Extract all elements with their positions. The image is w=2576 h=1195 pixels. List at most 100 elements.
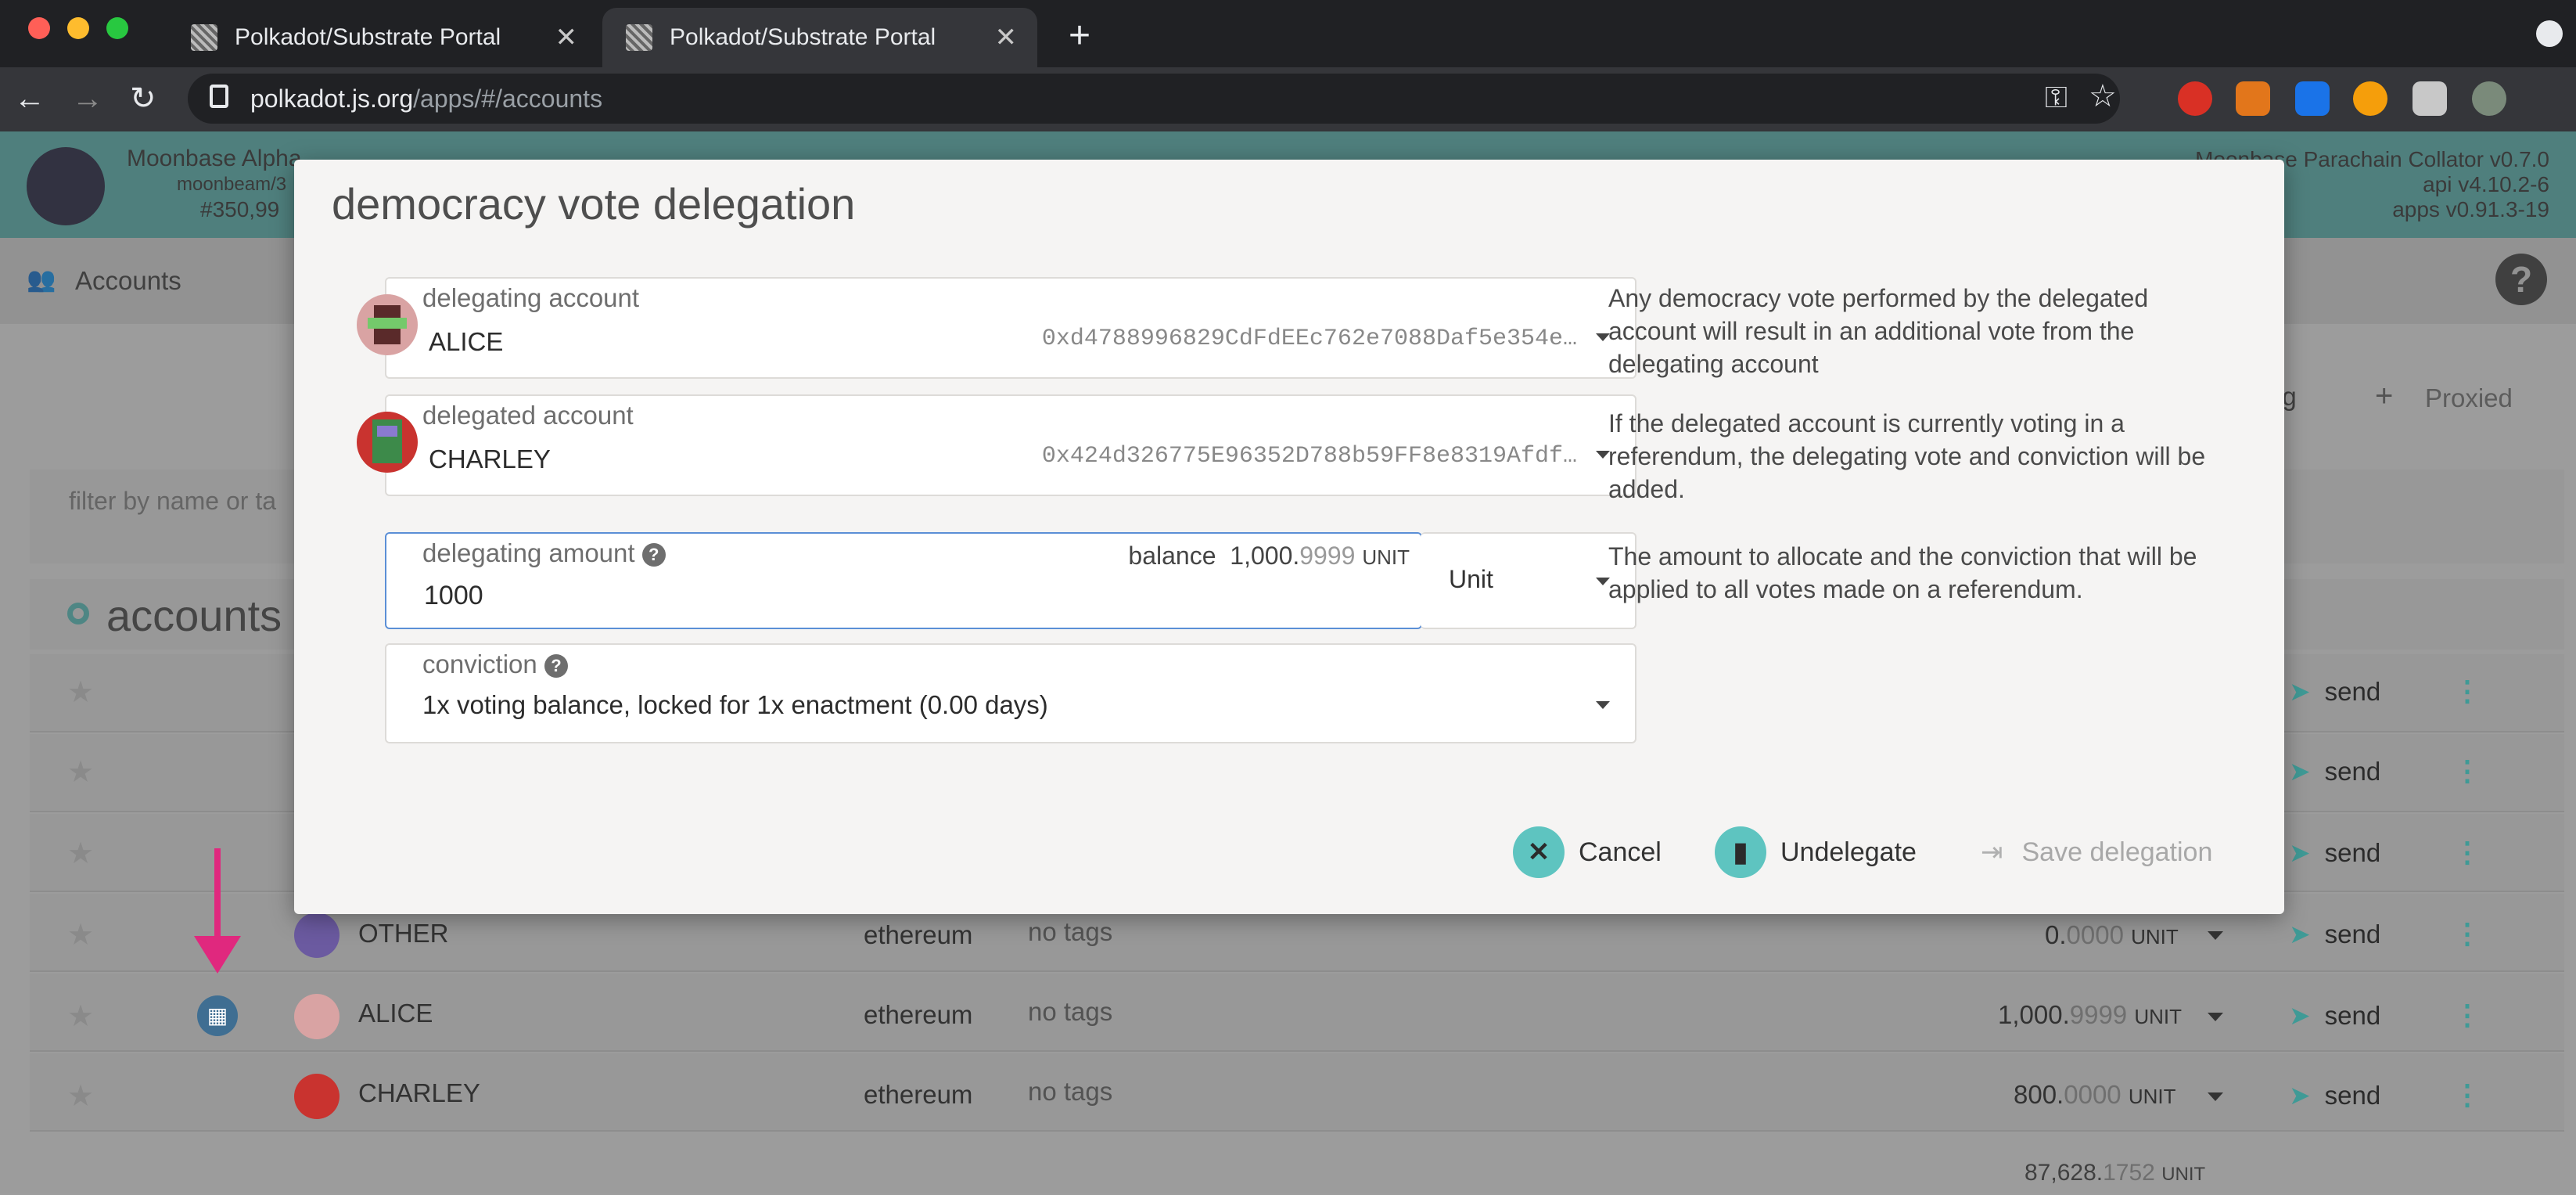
metamask-icon[interactable]	[2236, 81, 2270, 116]
star-icon[interactable]: ★	[67, 836, 94, 871]
field-label: conviction ?	[422, 650, 568, 679]
window-minimize-button[interactable]	[67, 17, 89, 39]
send-label: send	[2324, 757, 2381, 786]
balance-label: balance	[1128, 542, 1216, 570]
new-tab-icon[interactable]: +	[1069, 14, 1090, 57]
chevron-down-icon	[1596, 701, 1610, 709]
amount-value: 1000	[424, 581, 483, 610]
close-tab-icon[interactable]: ✕	[555, 22, 578, 53]
star-icon[interactable]: ★	[67, 917, 94, 952]
send-icon: ➤	[2289, 838, 2311, 867]
more-icon[interactable]: ⋮	[2453, 836, 2481, 869]
help-text-delegating: Any democracy vote performed by the dele…	[1608, 284, 2149, 378]
url-host: polkadot.js.org	[250, 84, 414, 113]
charley-avatar	[357, 412, 418, 473]
cancel-button[interactable]: ✕ Cancel	[1513, 826, 1662, 878]
send-icon: ➤	[2289, 677, 2311, 706]
account-address: 0x424d326775E96352D788b59FF8e8319Afdf…	[1041, 443, 1577, 470]
amount-label-text: delegating amount	[422, 538, 635, 567]
more-icon[interactable]: ⋮	[2453, 917, 2481, 950]
delegating-amount-input[interactable]: delegating amount ? balance 1,000.9999 U…	[385, 532, 1422, 629]
save-delegation-button[interactable]: ⇥ Save delegation	[1981, 826, 2212, 878]
bookmark-star-icon[interactable]: ☆	[2089, 78, 2117, 114]
address-bar[interactable]: polkadot.js.org/apps/#/accounts ⚿ ☆	[188, 74, 2120, 124]
expand-chevron-icon[interactable]	[2208, 1092, 2223, 1101]
star-icon[interactable]: ★	[67, 999, 94, 1034]
star-icon[interactable]: ★	[67, 675, 94, 710]
save-label: Save delegation	[2021, 837, 2213, 867]
account-name: ALICE	[429, 327, 504, 356]
send-label: send	[2324, 1001, 2381, 1030]
tab-title: Polkadot/Substrate Portal	[670, 24, 936, 50]
more-icon[interactable]: ⋮	[2453, 754, 2481, 787]
more-icon[interactable]: ⋮	[2453, 675, 2481, 707]
send-icon: ➤	[2289, 920, 2311, 948]
lock-icon	[210, 85, 228, 108]
account-avatar[interactable]	[294, 1074, 340, 1119]
send-icon: ➤	[2289, 757, 2311, 786]
reload-icon[interactable]: ↻	[130, 81, 156, 116]
send-button[interactable]: ➤ send	[2289, 756, 2380, 786]
send-button[interactable]: ➤ send	[2289, 676, 2380, 707]
send-button[interactable]: ➤ send	[2289, 1080, 2380, 1110]
field-label: delegated account	[422, 401, 634, 430]
trash-icon: ▮	[1715, 826, 1766, 878]
send-button[interactable]: ➤ send	[2289, 1000, 2380, 1031]
browser-tab-bar: Polkadot/Substrate Portal ✕ Polkadot/Sub…	[0, 0, 2576, 67]
star-icon[interactable]: ★	[67, 1078, 94, 1114]
tab-search-icon[interactable]	[2536, 20, 2563, 47]
back-icon[interactable]: ←	[14, 81, 45, 116]
send-button[interactable]: ➤ send	[2289, 837, 2380, 868]
send-label: send	[2324, 677, 2381, 706]
more-icon[interactable]: ⋮	[2453, 999, 2481, 1031]
account-address: 0xd4788996829CdFdEEc762e7088Daf5e354e…	[1041, 326, 1577, 352]
send-button[interactable]: ➤ send	[2289, 919, 2380, 949]
unit-select-value: Unit	[1449, 565, 1493, 593]
account-avatar[interactable]	[294, 912, 340, 958]
tab-title: Polkadot/Substrate Portal	[235, 24, 501, 50]
cancel-label: Cancel	[1579, 837, 1662, 867]
field-label: delegating account	[422, 283, 640, 312]
expand-chevron-icon[interactable]	[2208, 1013, 2223, 1021]
window-zoom-button[interactable]	[106, 17, 128, 39]
help-text-delegated: If the delegated account is currently vo…	[1608, 409, 2206, 503]
balance-int: 1,000.	[1230, 542, 1300, 570]
extension-window-icon[interactable]	[2295, 81, 2330, 116]
browser-tab-1[interactable]: Polkadot/Substrate Portal ✕	[167, 8, 598, 67]
extensions-puzzle-icon[interactable]	[2413, 81, 2447, 116]
profile-avatar[interactable]	[2472, 81, 2506, 116]
browser-tab-2[interactable]: Polkadot/Substrate Portal ✕	[602, 8, 1037, 67]
polkadot-favicon-icon	[191, 24, 217, 51]
annotation-arrow-head	[194, 936, 241, 974]
more-icon[interactable]: ⋮	[2453, 1078, 2481, 1111]
star-icon[interactable]: ★	[67, 754, 94, 790]
help-icon[interactable]: ?	[544, 654, 568, 678]
expand-chevron-icon[interactable]	[2208, 931, 2223, 940]
help-text-amount: The amount to allocate and the convictio…	[1608, 542, 2197, 603]
key-icon[interactable]: ⚿	[2045, 81, 2068, 115]
url-path: /apps/#/accounts	[413, 84, 603, 113]
extension-stop-icon[interactable]	[2178, 81, 2212, 116]
alice-avatar	[357, 294, 418, 355]
conviction-select[interactable]: conviction ? 1x voting balance, locked f…	[385, 643, 1636, 743]
window-close-button[interactable]	[28, 17, 50, 39]
close-tab-icon[interactable]: ✕	[995, 22, 1018, 53]
forward-icon[interactable]: →	[72, 81, 103, 116]
polkadot-extension-icon[interactable]	[2353, 81, 2387, 116]
account-avatar[interactable]	[294, 994, 340, 1039]
delegated-account-select[interactable]: delegated account CHARLEY 0x424d326775E9…	[385, 394, 1636, 496]
undelegate-button[interactable]: ▮ Undelegate	[1715, 826, 1917, 878]
modal-title: democracy vote delegation	[332, 179, 856, 229]
send-label: send	[2324, 1081, 2381, 1110]
send-label: send	[2324, 920, 2381, 948]
unit-select[interactable]: Unit	[1421, 532, 1636, 629]
annotation-arrow-shaft	[214, 848, 221, 936]
help-icon[interactable]: ?	[641, 543, 666, 567]
calendar-icon[interactable]: ▦	[197, 995, 238, 1036]
balance-dec: 9999	[1299, 542, 1356, 570]
cancel-icon: ✕	[1513, 826, 1565, 878]
delegating-account-select[interactable]: delegating account ALICE 0xd4788996829Cd…	[385, 277, 1636, 379]
conviction-value: 1x voting balance, locked for 1x enactme…	[422, 690, 1048, 719]
undelegate-label: Undelegate	[1780, 837, 1917, 867]
send-icon: ➤	[2289, 1001, 2311, 1030]
